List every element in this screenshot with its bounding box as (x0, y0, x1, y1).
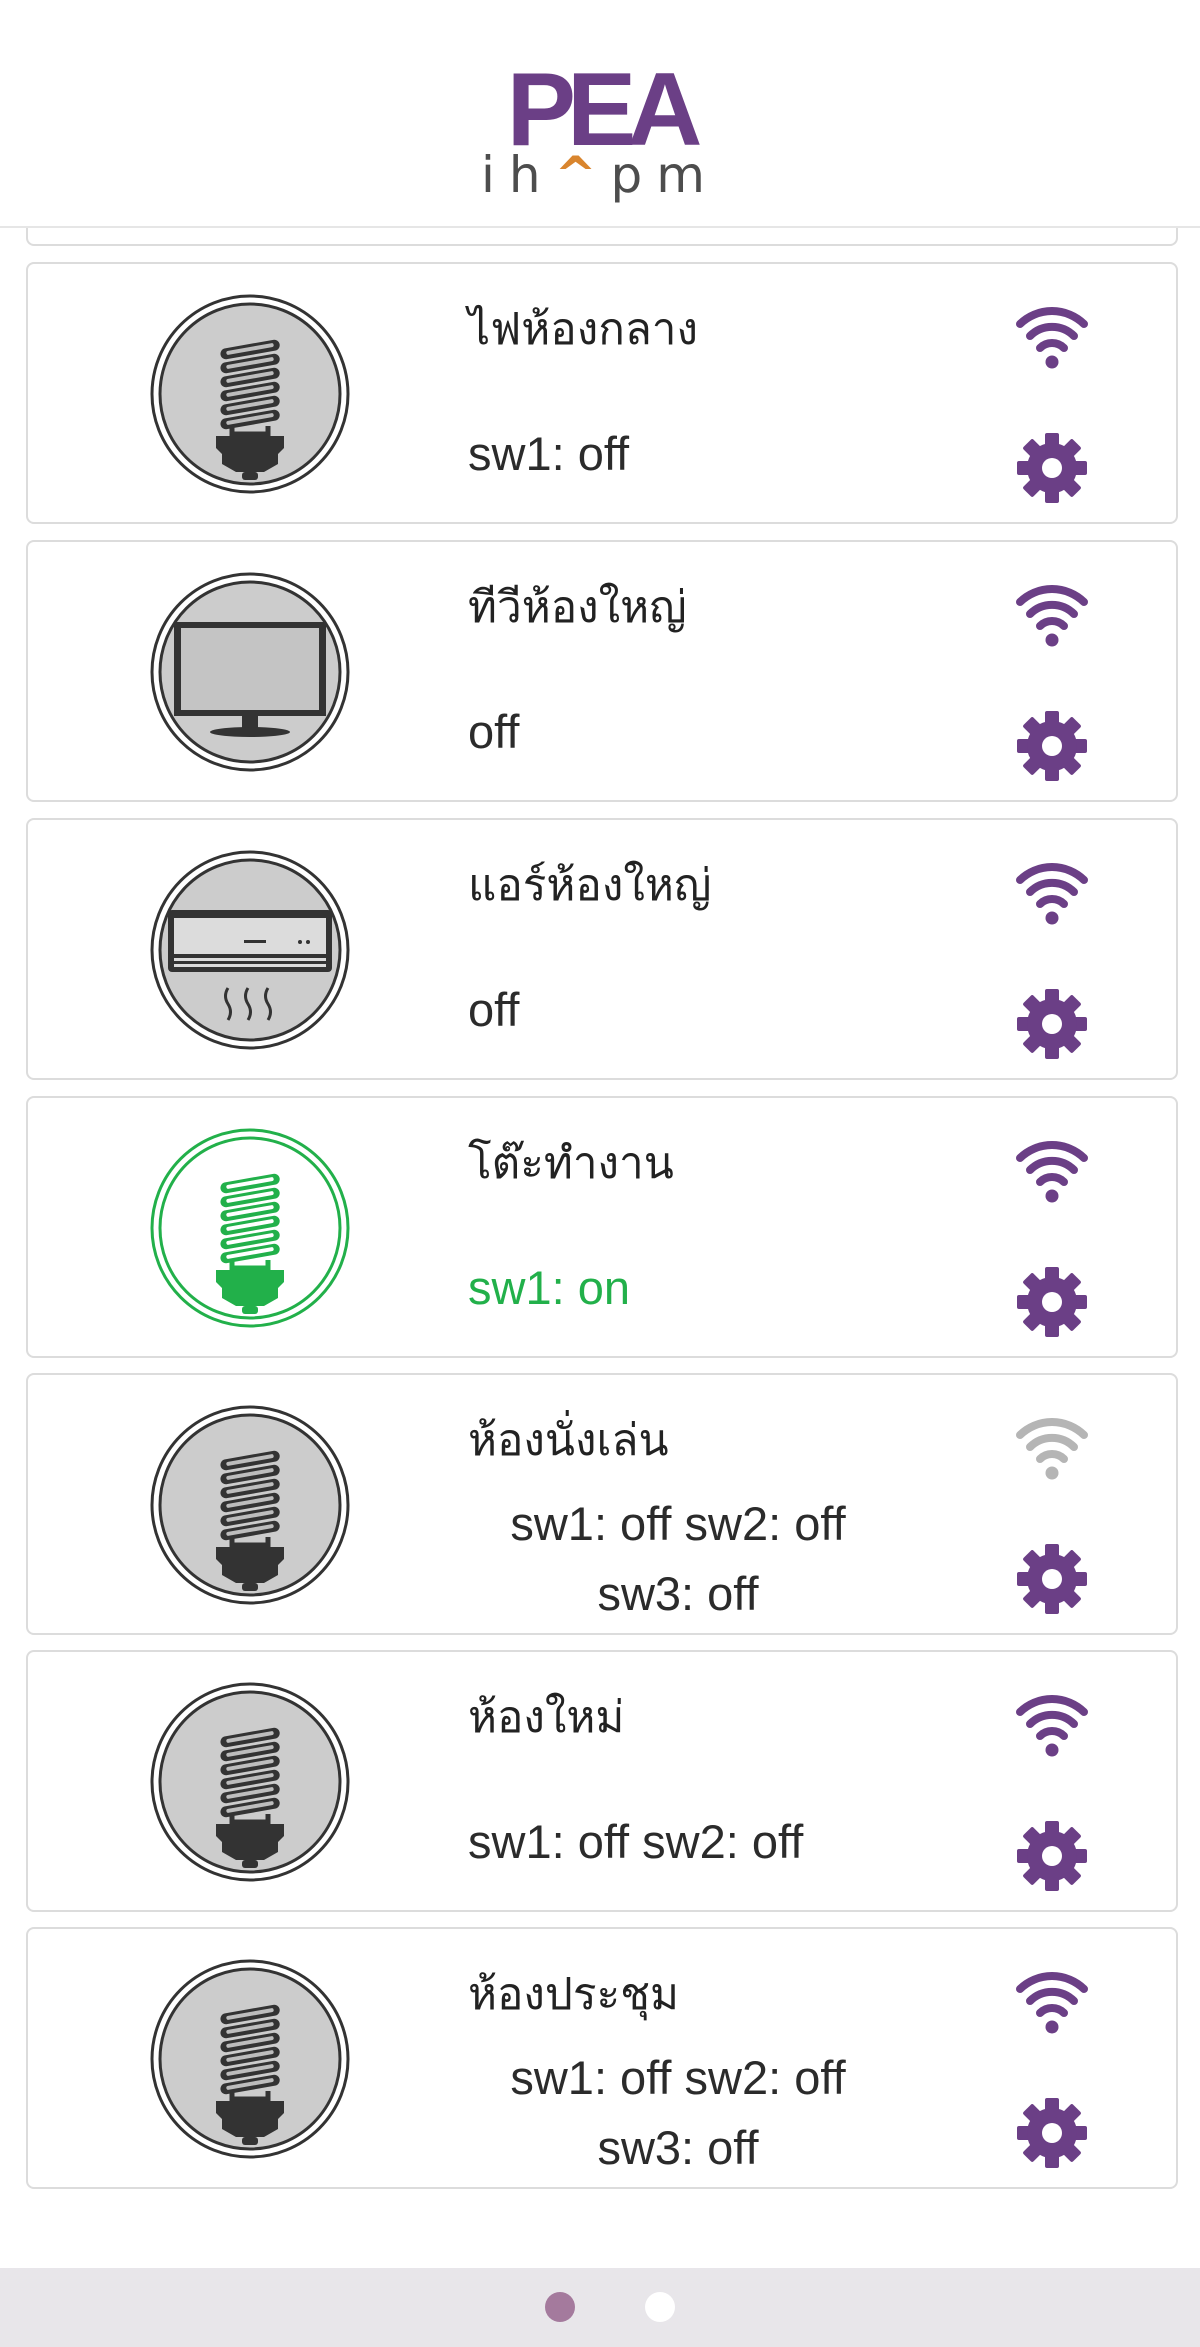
wifi-icon (1014, 1967, 1090, 2037)
bulb-icon[interactable] (148, 1126, 352, 1330)
gear-icon[interactable] (1016, 710, 1088, 782)
device-status: sw1: off (468, 427, 630, 480)
tv-icon[interactable] (148, 570, 352, 774)
bulb-icon[interactable] (148, 1680, 352, 1884)
device-card[interactable]: โต๊ะทำงาน sw1: on (26, 1096, 1178, 1358)
page-dot-1[interactable] (545, 2292, 575, 2322)
page-dot-2[interactable] (645, 2292, 675, 2322)
device-status: sw1: on (468, 1261, 630, 1314)
bulb-icon[interactable] (148, 1957, 352, 2161)
wifi-icon (1014, 1136, 1090, 1206)
device-status: sw1: off sw2: off sw3: off (510, 1497, 846, 1620)
device-name: ไฟห้องกลาง (468, 304, 698, 355)
ihapm-logo: ih^pm (481, 146, 719, 204)
device-name: แอร์ห้องใหญ่ (468, 860, 712, 911)
gear-icon[interactable] (1016, 1266, 1088, 1338)
gear-icon[interactable] (1016, 1543, 1088, 1615)
device-name: ทีวีห้องใหญ่ (468, 582, 687, 633)
device-card[interactable]: ไฟห้องกลาง sw1: off (26, 262, 1178, 524)
gear-icon[interactable] (1016, 432, 1088, 504)
device-card[interactable]: ทีวีห้องใหญ่ off (26, 540, 1178, 802)
gear-icon[interactable] (1016, 988, 1088, 1060)
device-name: ห้องประชุม (468, 1969, 679, 2020)
gear-icon[interactable] (1016, 1820, 1088, 1892)
device-name: ห้องนั่งเล่น (468, 1415, 669, 1466)
bulb-icon[interactable] (148, 1403, 352, 1607)
device-card[interactable]: ห้องนั่งเล่น sw1: off sw2: off sw3: off (26, 1373, 1178, 1635)
device-status: off (468, 705, 520, 758)
page-indicator (0, 2268, 1200, 2347)
device-card[interactable]: ห้องประชุม sw1: off sw2: off sw3: off (26, 1927, 1178, 2189)
device-status: off (468, 983, 520, 1036)
device-status: sw1: off sw2: off sw3: off (510, 2051, 846, 2174)
wifi-icon (1014, 1690, 1090, 1760)
device-card[interactable]: แอร์ห้องใหญ่ off (26, 818, 1178, 1080)
app-header: PEA ih^pm (0, 0, 1200, 228)
gear-icon[interactable] (1016, 2097, 1088, 2169)
device-card[interactable]: ห้องใหม่ sw1: off sw2: off (26, 1650, 1178, 1912)
device-name: ห้องใหม่ (468, 1692, 625, 1743)
device-name: โต๊ะทำงาน (468, 1138, 674, 1189)
device-status: sw1: off sw2: off (468, 1815, 804, 1868)
air-conditioner-icon[interactable] (148, 848, 352, 1052)
wifi-icon (1014, 302, 1090, 372)
wifi-icon (1014, 858, 1090, 928)
wifi-icon (1014, 580, 1090, 650)
wifi-icon (1014, 1413, 1090, 1483)
previous-card-edge (26, 228, 1178, 246)
bulb-icon[interactable] (148, 292, 352, 496)
